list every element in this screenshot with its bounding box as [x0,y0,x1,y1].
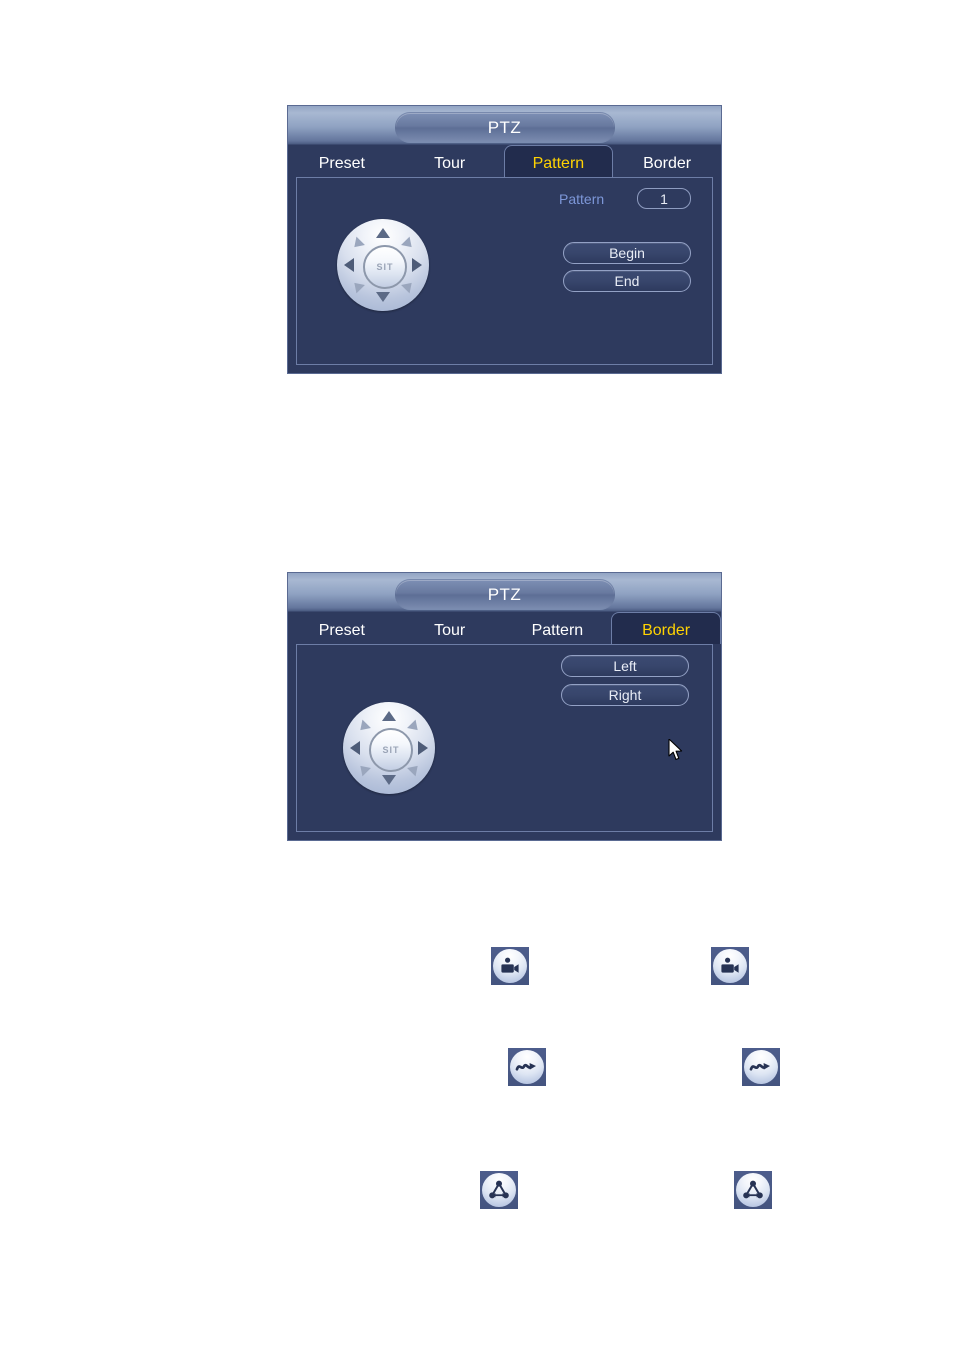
joystick-right-arrow-icon[interactable] [418,741,428,755]
pattern-value-field[interactable]: 1 [637,188,691,209]
camera-record-icon-button-left[interactable] [491,947,529,985]
ptz-joystick[interactable]: SIT [337,219,429,311]
tab-label: Border [642,622,691,639]
network-nodes-icon-button-right[interactable] [734,1171,772,1209]
ptz-joystick[interactable]: SIT [343,702,435,794]
tab-pattern[interactable]: Pattern [504,612,612,644]
joystick-up-arrow-icon[interactable] [376,228,390,238]
tab-label: Border [643,155,692,172]
joystick-center-sit-button[interactable]: SIT [363,245,407,289]
tab-tour[interactable]: Tour [396,612,504,644]
joystick-down-right-arrow-icon[interactable] [401,278,416,294]
tab-preset[interactable]: Preset [288,612,396,644]
wave-arrow-icon [510,1050,544,1084]
wave-arrow-icon [744,1050,778,1084]
tab-pattern[interactable]: Pattern [503,145,614,177]
tab-label: Preset [318,622,365,639]
tab-border[interactable]: Border [613,145,721,177]
wave-arrow-icon-button-right[interactable] [742,1048,780,1086]
camera-record-icon [493,949,527,983]
ptz-dialog-border: PTZ Preset Tour Pattern Border SIT Left … [287,572,722,841]
joystick-up-left-arrow-icon[interactable] [350,236,365,252]
page-title: PTZ [487,117,522,137]
right-button[interactable]: Right [561,684,689,706]
left-button[interactable]: Left [561,655,689,677]
mouse-cursor-icon [668,739,683,761]
tab-preset[interactable]: Preset [288,145,396,177]
wave-arrow-icon-button-left[interactable] [508,1048,546,1086]
dialog-title-pill: PTZ [394,579,615,610]
end-button[interactable]: End [563,270,691,292]
joystick-left-arrow-icon[interactable] [344,258,354,272]
page-title: PTZ [487,584,522,604]
joystick-center-label: SIT [376,262,394,272]
dialog-titlebar: PTZ [288,573,721,612]
camera-record-icon [713,949,747,983]
joystick-down-left-arrow-icon[interactable] [350,278,365,294]
joystick-center-sit-button[interactable]: SIT [369,728,413,772]
tab-label: Tour [434,155,466,172]
joystick-up-right-arrow-icon[interactable] [401,236,416,252]
network-nodes-icon [482,1173,516,1207]
network-nodes-icon-button-left[interactable] [480,1171,518,1209]
tab-tour[interactable]: Tour [396,145,504,177]
dialog-title-pill: PTZ [394,112,615,143]
tab-bar: Preset Tour Pattern Border [288,145,721,177]
camera-record-icon-button-right[interactable] [711,947,749,985]
dialog-titlebar: PTZ [288,106,721,145]
network-nodes-icon [736,1173,770,1207]
joystick-down-arrow-icon[interactable] [382,775,396,785]
tab-label: Preset [318,155,365,172]
tab-label: Pattern [531,622,584,639]
tab-label: Pattern [532,155,585,172]
joystick-up-arrow-icon[interactable] [382,711,396,721]
tab-bar: Preset Tour Pattern Border [288,612,721,644]
tab-panel-pattern: SIT Pattern 1 Begin End [296,177,713,365]
joystick-left-arrow-icon[interactable] [350,741,360,755]
joystick-down-left-arrow-icon[interactable] [356,761,371,777]
joystick-up-left-arrow-icon[interactable] [356,719,371,735]
tab-panel-border: SIT Left Right [296,644,713,832]
joystick-down-right-arrow-icon[interactable] [407,761,422,777]
joystick-right-arrow-icon[interactable] [412,258,422,272]
tab-border[interactable]: Border [611,612,721,644]
joystick-up-right-arrow-icon[interactable] [407,719,422,735]
ptz-dialog-pattern: PTZ Preset Tour Pattern Border SIT Patte… [287,105,722,374]
tab-label: Tour [434,622,466,639]
joystick-center-label: SIT [382,745,400,755]
joystick-down-arrow-icon[interactable] [376,292,390,302]
begin-button[interactable]: Begin [563,242,691,264]
pattern-label: Pattern [559,191,605,207]
